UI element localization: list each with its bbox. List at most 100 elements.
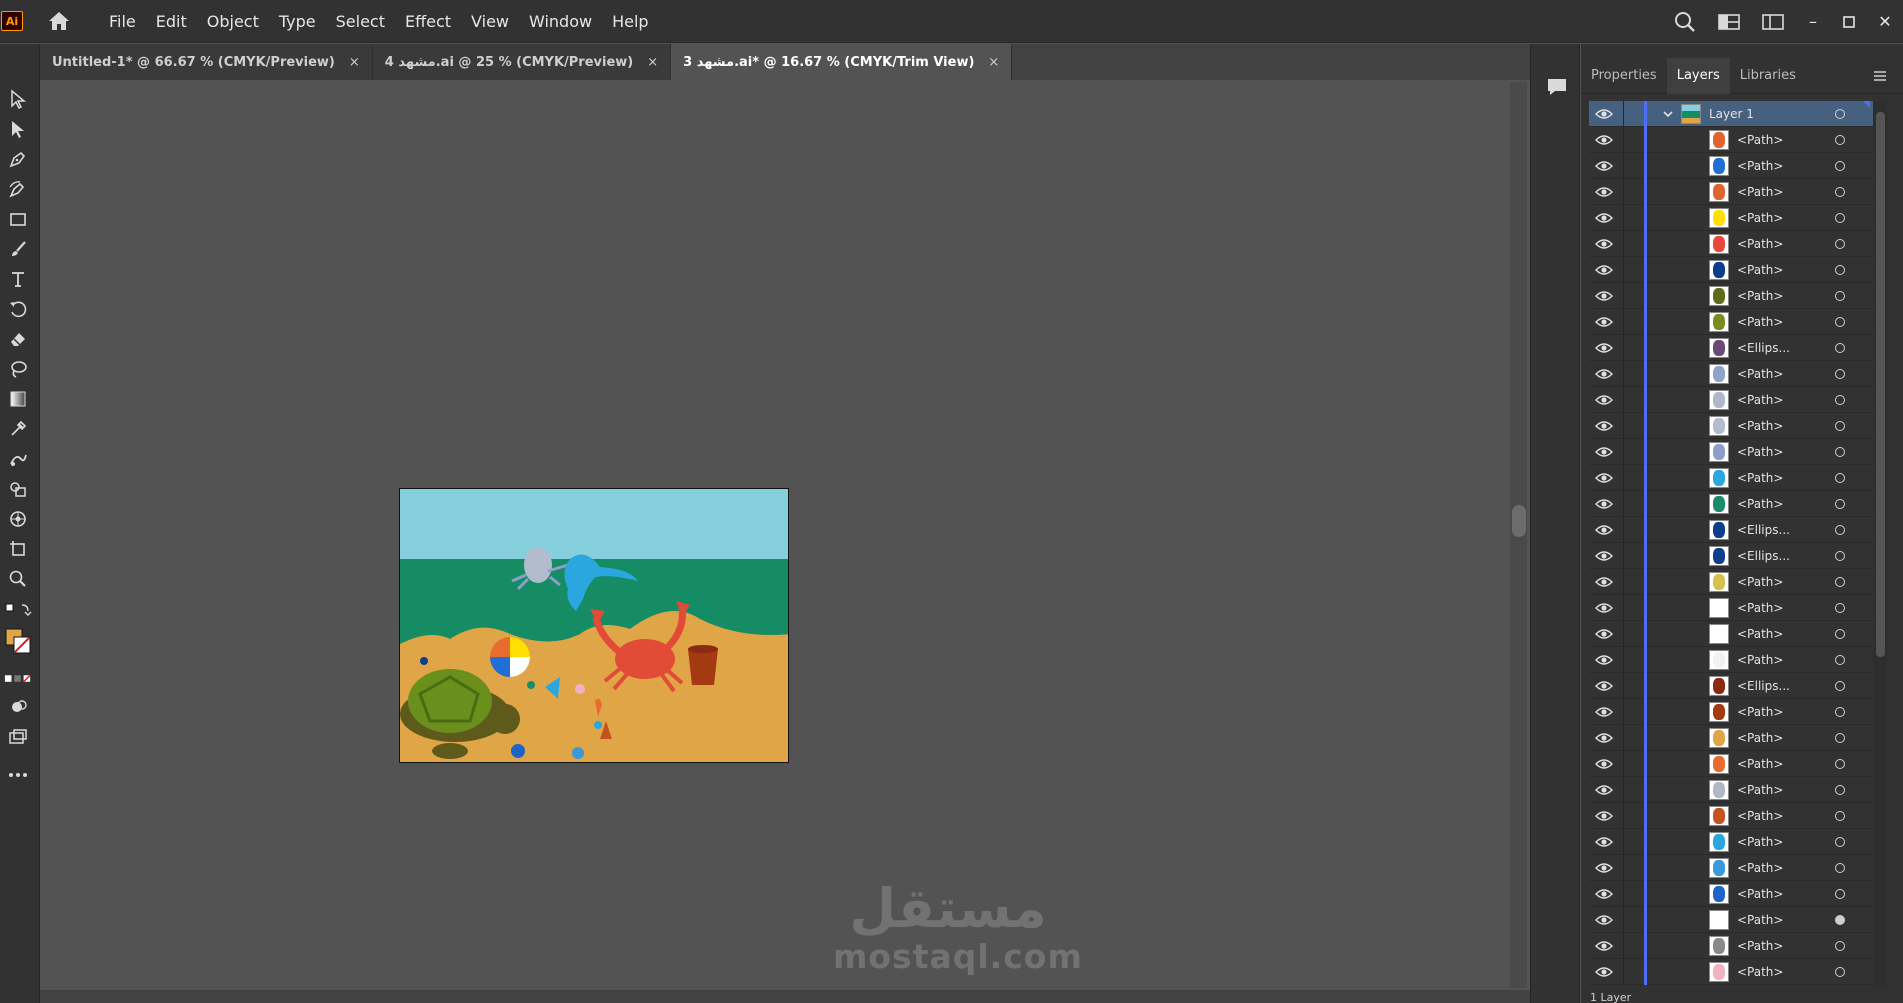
sublayer-name[interactable]: <Path> — [1737, 361, 1783, 387]
sublayer-row[interactable]: <Path> — [1589, 621, 1873, 647]
visibility-eye-icon[interactable] — [1595, 133, 1613, 147]
sublayer-row[interactable]: <Path> — [1589, 855, 1873, 881]
sublayer-name[interactable]: <Path> — [1737, 751, 1783, 777]
tab-libraries[interactable]: Libraries — [1730, 58, 1806, 94]
lock-column[interactable] — [1623, 673, 1624, 699]
sublayer-row[interactable]: <Path> — [1589, 231, 1873, 257]
sublayer-target-indicator[interactable] — [1835, 941, 1845, 951]
minimize-button[interactable]: – — [1795, 0, 1831, 43]
lock-column[interactable] — [1623, 231, 1624, 257]
sublayer-name[interactable]: <Path> — [1737, 387, 1783, 413]
sublayer-name[interactable]: <Path> — [1737, 569, 1783, 595]
sublayer-target-indicator[interactable] — [1835, 837, 1845, 847]
visibility-eye-icon[interactable] — [1595, 445, 1613, 459]
lock-column[interactable] — [1623, 361, 1624, 387]
sublayer-name[interactable]: <Path> — [1737, 257, 1783, 283]
visibility-eye-icon[interactable] — [1595, 939, 1613, 953]
type-tool[interactable] — [4, 266, 32, 292]
visibility-eye-icon[interactable] — [1595, 913, 1613, 927]
chevron-down-icon[interactable] — [1661, 107, 1675, 121]
sublayer-row[interactable]: <Path> — [1589, 803, 1873, 829]
sublayer-name[interactable]: <Path> — [1737, 933, 1783, 959]
sublayer-name[interactable]: <Path> — [1737, 907, 1783, 933]
sublayer-row[interactable]: <Path> — [1589, 725, 1873, 751]
sublayer-row[interactable]: <Path> — [1589, 933, 1873, 959]
sublayer-row[interactable]: <Path> — [1589, 699, 1873, 725]
selection-tool[interactable] — [4, 86, 32, 112]
visibility-eye-icon[interactable] — [1595, 471, 1613, 485]
sublayer-name[interactable]: <Path> — [1737, 881, 1783, 907]
sublayer-name[interactable]: <Ellips... — [1737, 673, 1790, 699]
symbol-sprayer-tool[interactable] — [4, 506, 32, 532]
layer-name[interactable]: Layer 1 — [1709, 101, 1754, 127]
sublayer-row[interactable]: <Path> — [1589, 361, 1873, 387]
sublayer-row[interactable]: <Path> — [1589, 179, 1873, 205]
sublayer-target-indicator[interactable] — [1835, 629, 1845, 639]
rotate-tool[interactable] — [4, 296, 32, 322]
visibility-eye-icon[interactable] — [1595, 679, 1613, 693]
lock-column[interactable] — [1623, 933, 1624, 959]
lock-column[interactable] — [1623, 335, 1624, 361]
lock-column[interactable] — [1623, 725, 1624, 751]
sublayer-row[interactable]: <Ellips... — [1589, 335, 1873, 361]
lock-column[interactable] — [1623, 881, 1624, 907]
lock-column[interactable] — [1623, 907, 1624, 933]
sublayer-row[interactable]: <Path> — [1589, 751, 1873, 777]
menu-file[interactable]: File — [99, 0, 146, 43]
drawing-modes-button[interactable] — [4, 694, 32, 720]
lock-column[interactable] — [1623, 829, 1624, 855]
sublayer-target-indicator[interactable] — [1835, 187, 1845, 197]
sublayer-name[interactable]: <Path> — [1737, 205, 1783, 231]
sublayer-row[interactable]: <Path> — [1589, 153, 1873, 179]
artboard[interactable] — [399, 488, 789, 763]
sublayer-target-indicator[interactable] — [1835, 473, 1845, 483]
lock-column[interactable] — [1623, 127, 1624, 153]
lock-column[interactable] — [1623, 257, 1624, 283]
sublayer-target-indicator[interactable] — [1835, 499, 1845, 509]
sublayer-target-indicator[interactable] — [1835, 759, 1845, 769]
sublayer-name[interactable]: <Path> — [1737, 465, 1783, 491]
sublayer-target-indicator[interactable] — [1835, 733, 1845, 743]
panel-menu-button[interactable] — [1872, 68, 1890, 84]
tab-document-1[interactable]: Untitled-1* @ 66.67 % (CMYK/Preview) × — [40, 44, 373, 80]
menu-object[interactable]: Object — [197, 0, 269, 43]
sublayer-row[interactable]: <Path> — [1589, 387, 1873, 413]
fill-stroke-swatches[interactable] — [4, 626, 32, 662]
sublayer-row[interactable]: <Path> — [1589, 647, 1873, 673]
visibility-eye-icon[interactable] — [1595, 783, 1613, 797]
sublayer-target-indicator[interactable] — [1835, 239, 1845, 249]
sublayer-name[interactable]: <Path> — [1737, 595, 1783, 621]
sublayer-row[interactable]: <Ellips... — [1589, 517, 1873, 543]
visibility-eye-icon[interactable] — [1595, 575, 1613, 589]
sublayer-name[interactable]: <Path> — [1737, 231, 1783, 257]
sublayer-target-indicator[interactable] — [1835, 655, 1845, 665]
visibility-eye-icon[interactable] — [1595, 497, 1613, 511]
sublayer-row[interactable]: <Path> — [1589, 595, 1873, 621]
canvas-horizontal-scrollbar[interactable] — [40, 990, 1530, 1003]
tab-close-button[interactable]: × — [349, 55, 360, 70]
menu-window[interactable]: Window — [519, 0, 602, 43]
visibility-eye-icon[interactable] — [1595, 887, 1613, 901]
sublayer-target-indicator[interactable] — [1835, 369, 1845, 379]
menu-type[interactable]: Type — [269, 0, 326, 43]
sublayer-row[interactable]: <Path> — [1589, 907, 1873, 933]
sublayer-row[interactable]: <Path> — [1589, 127, 1873, 153]
visibility-eye-icon[interactable] — [1595, 263, 1613, 277]
lock-column[interactable] — [1623, 179, 1624, 205]
visibility-eye-icon[interactable] — [1595, 601, 1613, 615]
tab-document-2[interactable]: مشهد 4.ai @ 25 % (CMYK/Preview) × — [372, 44, 672, 80]
visibility-eye-icon[interactable] — [1595, 107, 1613, 121]
lock-column[interactable] — [1623, 309, 1624, 335]
lock-column[interactable] — [1623, 959, 1624, 985]
sublayer-name[interactable]: <Path> — [1737, 309, 1783, 335]
sublayer-name[interactable]: <Path> — [1737, 153, 1783, 179]
sublayer-target-indicator[interactable] — [1835, 447, 1845, 457]
sublayer-row[interactable]: <Path> — [1589, 491, 1873, 517]
sublayer-target-indicator[interactable] — [1835, 525, 1845, 535]
lock-column[interactable] — [1623, 491, 1624, 517]
menu-effect[interactable]: Effect — [395, 0, 461, 43]
lock-column[interactable] — [1623, 465, 1624, 491]
lock-column[interactable] — [1623, 647, 1624, 673]
lock-column[interactable] — [1623, 283, 1624, 309]
lasso-tool[interactable] — [4, 356, 32, 382]
